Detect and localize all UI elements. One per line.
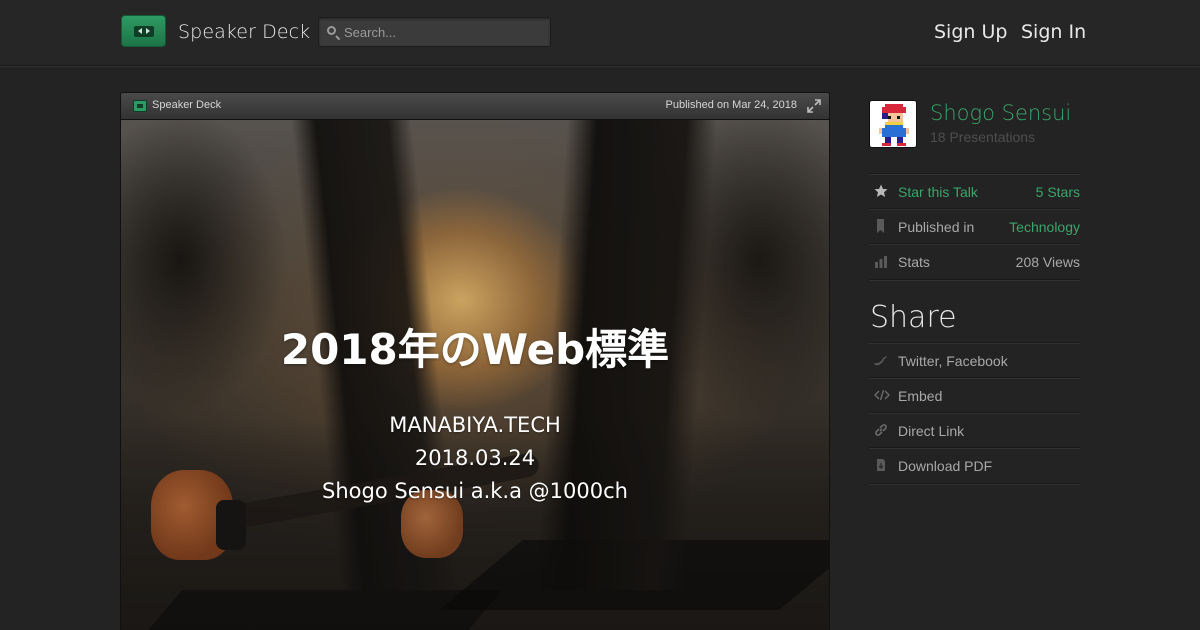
download-pdf-row[interactable]: Download PDF	[869, 447, 1080, 482]
sign-up-link[interactable]: Sign Up	[934, 21, 1007, 43]
embed-row[interactable]: Embed	[869, 377, 1080, 412]
slide-canvas[interactable]: 2018年のWeb標準 MANABIYA.TECH 2018.03.24 Sho…	[121, 120, 829, 630]
category-link[interactable]: Technology	[1009, 219, 1080, 235]
top-navbar: Speaker Deck Sign Up Sign In	[0, 0, 1200, 66]
direct-link-label[interactable]: Direct Link	[898, 423, 964, 439]
author-presentation-count: 18 Presentations	[930, 129, 1036, 145]
fullscreen-expand-icon[interactable]	[807, 99, 821, 113]
share-twitter-facebook-row[interactable]: Twitter, Facebook	[869, 342, 1080, 377]
stats-label: Stats	[898, 254, 930, 270]
code-icon	[874, 389, 890, 401]
star-this-talk-label[interactable]: Star this Talk	[898, 184, 978, 200]
search-input[interactable]	[344, 23, 544, 42]
bookmark-icon	[877, 219, 884, 233]
direct-link-row[interactable]: Direct Link	[869, 412, 1080, 447]
star-icon	[874, 184, 888, 197]
player-toolbar: Speaker Deck Published on Mar 24, 2018	[121, 93, 829, 120]
bar-chart-icon	[875, 256, 887, 268]
sign-in-link[interactable]: Sign In	[1021, 21, 1086, 43]
slide-player: Speaker Deck Published on Mar 24, 2018 2…	[120, 92, 830, 630]
slide-event-name: MANABIYA.TECH	[389, 413, 561, 437]
player-brand-label[interactable]: Speaker Deck	[152, 99, 221, 111]
stats-row: Stats 208 Views	[869, 243, 1080, 278]
slide-author: Shogo Sensui a.k.a @1000ch	[322, 479, 628, 503]
stats-divider	[869, 279, 1080, 280]
search-icon	[327, 26, 336, 35]
slide-title: 2018年のWeb標準	[280, 325, 670, 374]
star-this-talk-row[interactable]: Star this Talk 5 Stars	[869, 173, 1080, 208]
search-box[interactable]	[318, 17, 551, 47]
embed-label[interactable]: Embed	[898, 388, 942, 404]
published-in-label: Published in	[898, 219, 975, 235]
published-date: Published on Mar 24, 2018	[665, 99, 797, 111]
speaker-deck-small-logo-icon	[133, 100, 147, 112]
link-icon	[875, 424, 887, 436]
share-heading: Share	[870, 300, 957, 335]
slide-date: 2018.03.24	[414, 446, 536, 470]
author-name-link[interactable]: Shogo Sensui	[930, 101, 1071, 125]
share-divider	[869, 483, 1080, 484]
author-avatar[interactable]	[869, 100, 917, 148]
views-count: 208 Views	[1015, 254, 1080, 270]
download-icon	[877, 459, 885, 471]
stars-count[interactable]: 5 Stars	[1036, 184, 1080, 200]
share-twitter-facebook-label[interactable]: Twitter, Facebook	[898, 353, 1008, 369]
bird-icon	[874, 356, 887, 366]
speaker-deck-logo-icon[interactable]	[121, 15, 166, 47]
brand-name[interactable]: Speaker Deck	[178, 21, 310, 43]
download-pdf-label[interactable]: Download PDF	[898, 458, 992, 474]
published-in-row: Published in Technology	[869, 208, 1080, 243]
